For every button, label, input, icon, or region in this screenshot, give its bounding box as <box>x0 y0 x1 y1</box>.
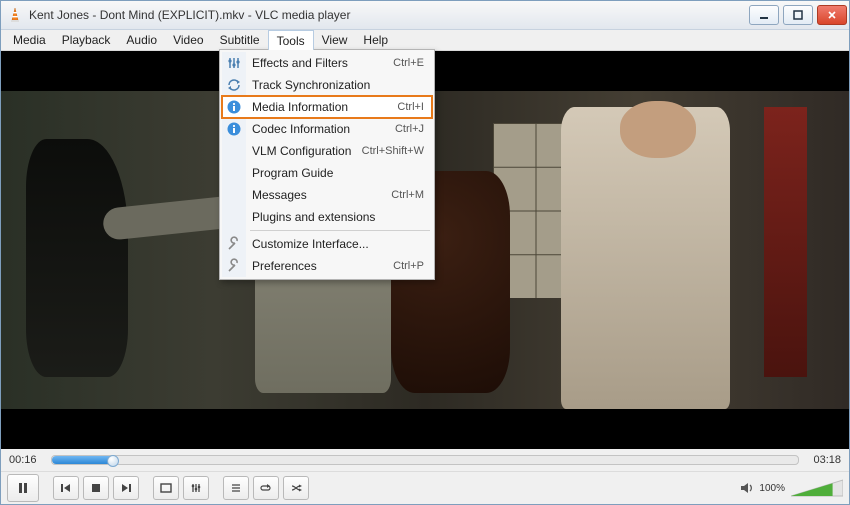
window-title: Kent Jones - Dont Mind (EXPLICIT).mkv - … <box>29 8 350 22</box>
menu-vlm-configuration[interactable]: VLM Configuration Ctrl+Shift+W <box>222 140 432 162</box>
menu-customize-interface[interactable]: Customize Interface... <box>222 233 432 255</box>
menu-help[interactable]: Help <box>355 30 396 50</box>
controls-row: 100% <box>1 471 849 504</box>
menu-program-guide[interactable]: Program Guide <box>222 162 432 184</box>
speaker-icon[interactable] <box>739 480 755 496</box>
menu-video[interactable]: Video <box>165 30 211 50</box>
previous-button[interactable] <box>53 476 79 500</box>
seek-fill <box>52 456 112 464</box>
menu-effects-and-filters[interactable]: Effects and Filters Ctrl+E <box>222 52 432 74</box>
menu-media-information[interactable]: Media Information Ctrl+I <box>222 96 432 118</box>
seek-bar[interactable] <box>51 455 799 465</box>
playlist-button[interactable] <box>223 476 249 500</box>
tools-dropdown: Effects and Filters Ctrl+E Track Synchro… <box>219 49 435 280</box>
menu-preferences[interactable]: Preferences Ctrl+P <box>222 255 432 277</box>
menubar: Media Playback Audio Video Subtitle Tool… <box>1 30 849 51</box>
menu-plugins-extensions[interactable]: Plugins and extensions <box>222 206 432 228</box>
equalizer-icon <box>226 55 242 71</box>
minimize-button[interactable] <box>749 5 779 25</box>
menu-separator <box>250 230 430 231</box>
vlc-window: Kent Jones - Dont Mind (EXPLICIT).mkv - … <box>0 0 850 505</box>
total-time: 03:18 <box>807 454 841 466</box>
seek-row: 00:16 03:18 <box>1 449 849 471</box>
shuffle-button[interactable] <box>283 476 309 500</box>
close-button[interactable] <box>817 5 847 25</box>
wrench-icon <box>226 236 242 252</box>
menu-view[interactable]: View <box>314 30 356 50</box>
fullscreen-button[interactable] <box>153 476 179 500</box>
titlebar: Kent Jones - Dont Mind (EXPLICIT).mkv - … <box>1 1 849 30</box>
menu-track-synchronization[interactable]: Track Synchronization <box>222 74 432 96</box>
loop-button[interactable] <box>253 476 279 500</box>
menu-audio[interactable]: Audio <box>118 30 165 50</box>
current-time: 00:16 <box>9 454 43 466</box>
menu-tools[interactable]: Tools <box>268 30 314 50</box>
menu-media[interactable]: Media <box>5 30 54 50</box>
volume-control[interactable]: 100% <box>739 478 843 498</box>
sync-icon <box>226 77 242 93</box>
extended-settings-button[interactable] <box>183 476 209 500</box>
wrench-icon <box>226 258 242 274</box>
seek-knob[interactable] <box>107 455 119 467</box>
menu-subtitle[interactable]: Subtitle <box>212 30 268 50</box>
info-icon <box>226 99 242 115</box>
menu-codec-information[interactable]: Codec Information Ctrl+J <box>222 118 432 140</box>
stop-button[interactable] <box>83 476 109 500</box>
play-pause-button[interactable] <box>7 474 39 502</box>
volume-percent: 100% <box>759 483 785 494</box>
next-button[interactable] <box>113 476 139 500</box>
volume-slider[interactable] <box>791 478 843 498</box>
info-icon <box>226 121 242 137</box>
menu-playback[interactable]: Playback <box>54 30 119 50</box>
maximize-button[interactable] <box>783 5 813 25</box>
vlc-cone-icon <box>7 7 23 23</box>
menu-messages[interactable]: Messages Ctrl+M <box>222 184 432 206</box>
